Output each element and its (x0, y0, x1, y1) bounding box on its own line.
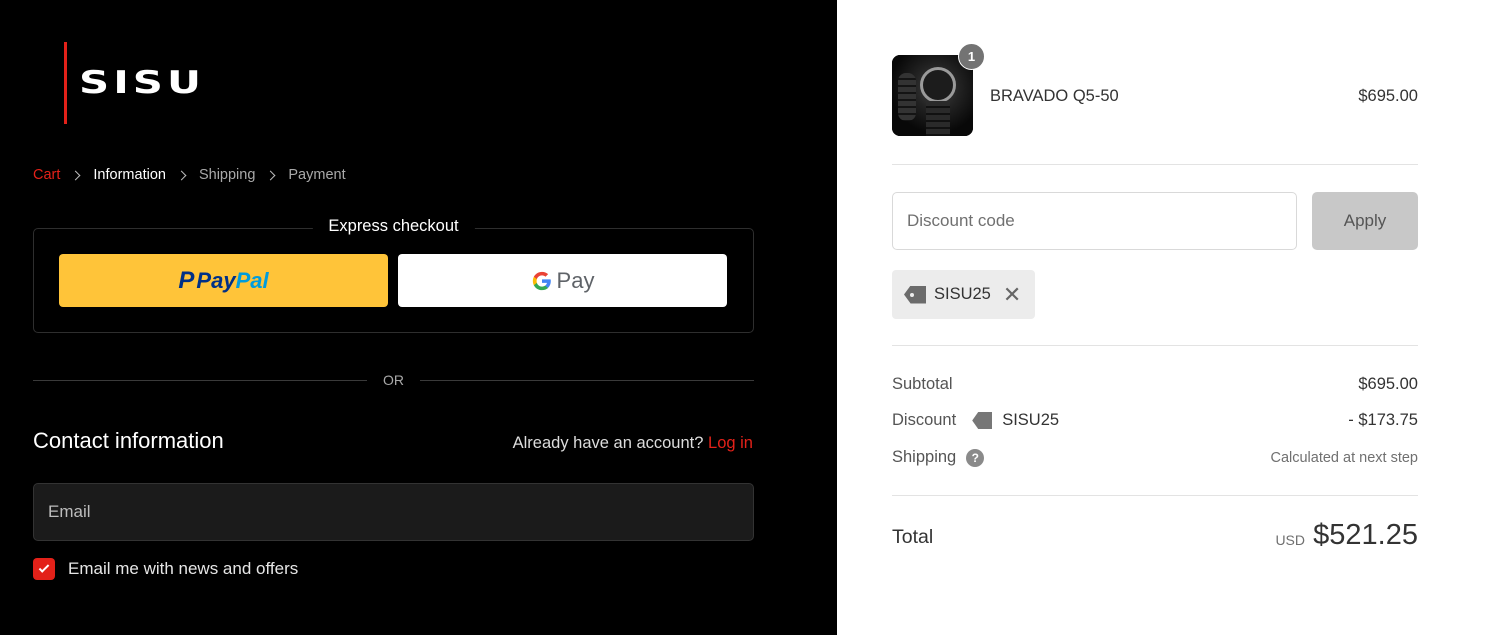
discount-value: - $173.75 (1348, 411, 1418, 429)
discount-label: Discount (892, 411, 957, 429)
section-divider (892, 495, 1418, 496)
help-icon[interactable]: ? (966, 448, 985, 467)
order-summary-panel: 1 BRAVADO Q5-50 $695.00 Apply SISU25 ✕ S… (837, 0, 1500, 635)
tag-icon (972, 412, 993, 429)
watch-band-shape (898, 73, 916, 121)
product-name: BRAVADO Q5-50 (990, 87, 1119, 105)
subtotal-label: Subtotal (892, 375, 953, 393)
newsletter-option[interactable]: Email me with news and offers (33, 558, 298, 580)
shipping-label-group: Shipping ? (892, 448, 985, 467)
product-thumbnail: 1 (892, 43, 985, 136)
currency-code: USD (1275, 532, 1305, 548)
google-g-icon (532, 271, 551, 290)
checkout-form-panel: SISU Cart Information Shipping Payment E… (0, 0, 837, 635)
logo-accent-bar (64, 42, 67, 124)
divider-line (420, 379, 754, 381)
google-pay-button[interactable]: Pay (398, 254, 727, 307)
close-icon[interactable]: ✕ (1003, 283, 1021, 306)
shipping-label: Shipping (892, 448, 957, 466)
total-label: Total (892, 526, 934, 548)
tag-icon (904, 285, 926, 304)
discount-label-group: Discount SISU25 (892, 411, 1059, 430)
account-prompt-text: Already have an account? (512, 434, 704, 452)
breadcrumb-information: Information (93, 167, 166, 183)
paypal-word-pay: Pay (196, 267, 236, 293)
or-divider: OR (33, 372, 754, 388)
section-divider (892, 345, 1418, 346)
contact-information-heading: Contact information (33, 428, 224, 453)
discount-code-input[interactable] (892, 192, 1297, 250)
quantity-badge: 1 (958, 43, 985, 70)
express-checkout-title: Express checkout (312, 217, 475, 236)
check-icon (38, 562, 50, 573)
apply-discount-button[interactable]: Apply (1312, 192, 1418, 250)
divider-line (33, 379, 367, 381)
watch-image (892, 55, 973, 136)
login-link[interactable]: Log in (708, 434, 753, 452)
discount-code: SISU25 (1002, 411, 1060, 429)
breadcrumb-cart[interactable]: Cart (33, 167, 60, 183)
or-text: OR (383, 372, 404, 388)
email-field[interactable] (33, 483, 754, 541)
chevron-right-icon (70, 170, 81, 180)
breadcrumb-shipping: Shipping (198, 167, 256, 183)
sisu-logo[interactable]: SISU (64, 42, 201, 124)
paypal-word-pal: Pal (235, 267, 269, 293)
total-amount: $521.25 (1313, 519, 1418, 551)
paypal-logo-icon: P (178, 266, 195, 294)
chevron-right-icon (265, 170, 276, 180)
section-divider (892, 164, 1418, 165)
subtotal-value: $695.00 (1358, 375, 1418, 393)
google-pay-word: Pay (556, 267, 595, 293)
watch-strap-shape (926, 101, 950, 136)
paypal-button[interactable]: P PayPal (59, 254, 388, 307)
paypal-wordmark: PayPal (196, 268, 268, 294)
newsletter-label[interactable]: Email me with news and offers (68, 559, 298, 579)
watch-dial-shape (920, 67, 956, 103)
product-price: $695.00 (1358, 87, 1418, 105)
account-prompt: Already have an account? Log in (513, 434, 753, 453)
chevron-right-icon (176, 170, 187, 180)
logo-text: SISU (79, 65, 206, 101)
breadcrumb-payment: Payment (288, 167, 346, 183)
applied-discount-code: SISU25 (934, 285, 991, 303)
shipping-value: Calculated at next step (1270, 450, 1418, 466)
express-checkout-box: Express checkout P PayPal Pay (33, 217, 754, 333)
applied-discount-chip: SISU25 ✕ (892, 270, 1035, 319)
newsletter-checkbox[interactable] (33, 558, 55, 580)
breadcrumb: Cart Information Shipping Payment (33, 167, 346, 183)
